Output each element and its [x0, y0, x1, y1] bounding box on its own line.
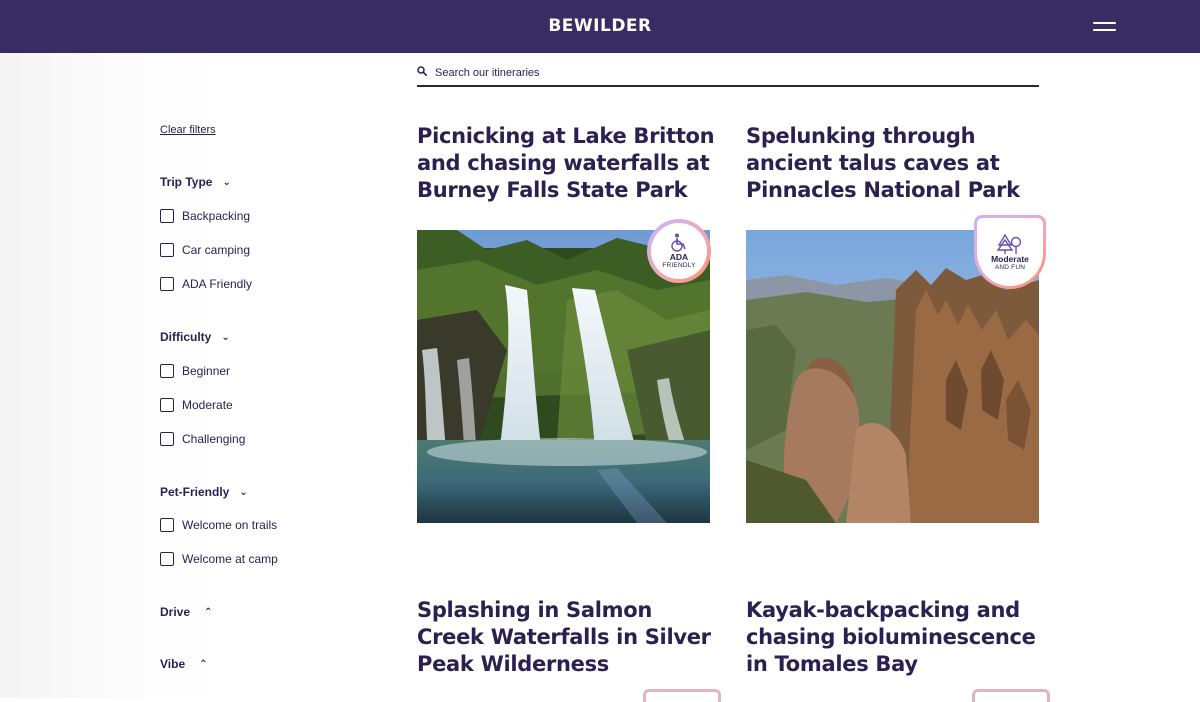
- chevron-down-icon: ⌄: [239, 487, 248, 498]
- checkbox[interactable]: [160, 432, 174, 446]
- checkbox[interactable]: [160, 209, 174, 223]
- filter-option-label: Welcome on trails: [182, 518, 278, 532]
- filter-option-challenging[interactable]: Challenging: [160, 432, 245, 446]
- search-input[interactable]: [433, 63, 1017, 83]
- search-icon: [417, 66, 427, 76]
- card-badge: [972, 689, 1050, 702]
- filter-option-moderate[interactable]: Moderate: [160, 398, 233, 412]
- moderate-difficulty-badge: Moderate AND FUN: [974, 215, 1046, 289]
- card-title[interactable]: Picnicking at Lake Britton and chasing w…: [417, 123, 717, 204]
- checkbox[interactable]: [160, 398, 174, 412]
- filter-group-drive[interactable]: Drive ⌃: [160, 605, 212, 619]
- checkbox[interactable]: [160, 518, 174, 532]
- ada-friendly-badge: ADA FRIENDLY: [647, 219, 711, 283]
- filter-option-car-camping[interactable]: Car camping: [160, 243, 250, 257]
- checkbox[interactable]: [160, 552, 174, 566]
- filter-option-label: ADA Friendly: [182, 277, 253, 291]
- itinerary-card-tomales-bay[interactable]: Kayak-backpacking and chasing biolumines…: [746, 597, 1046, 678]
- filter-option-label: Challenging: [182, 432, 246, 446]
- chevron-up-icon: ⌃: [204, 607, 213, 618]
- chevron-up-icon: ⌃: [199, 659, 208, 670]
- badge-sub-text: AND FUN: [994, 263, 1026, 271]
- filter-option-label: Backpacking: [182, 209, 251, 223]
- filter-group-title: Pet-Friendly: [160, 485, 230, 499]
- checkbox[interactable]: [160, 243, 174, 257]
- filter-option-label: Moderate: [182, 398, 233, 412]
- clear-filters-link[interactable]: Clear filters: [160, 124, 216, 136]
- filter-option-backpacking[interactable]: Backpacking: [160, 209, 250, 223]
- card-title[interactable]: Kayak-backpacking and chasing biolumines…: [746, 597, 1046, 678]
- badge-sub-text: FRIENDLY: [662, 261, 696, 269]
- filter-option-welcome-at-camp[interactable]: Welcome at camp: [160, 552, 278, 566]
- filter-group-vibe[interactable]: Vibe ⌃: [160, 657, 208, 671]
- chevron-down-icon: ⌄: [221, 332, 230, 343]
- card-badge: [643, 689, 721, 702]
- filter-option-label: Welcome at camp: [182, 552, 278, 566]
- itinerary-card-burney-falls[interactable]: Picnicking at Lake Britton and chasing w…: [417, 123, 717, 204]
- filter-option-label: Car camping: [182, 243, 251, 257]
- badge-main-text: Moderate: [991, 253, 1029, 264]
- filter-option-beginner[interactable]: Beginner: [160, 364, 230, 378]
- trees-icon: [997, 233, 1022, 254]
- card-title[interactable]: Spelunking through ancient talus caves a…: [746, 123, 1046, 204]
- chevron-down-icon: ⌄: [222, 177, 231, 188]
- filter-group-pet-friendly[interactable]: Pet-Friendly ⌄: [160, 485, 248, 499]
- filter-option-label: Beginner: [182, 364, 231, 378]
- itinerary-search: [417, 61, 1039, 87]
- filter-group-title: Vibe: [160, 657, 186, 671]
- itinerary-card-pinnacles[interactable]: Spelunking through ancient talus caves a…: [746, 123, 1046, 204]
- filter-group-trip-type[interactable]: Trip Type ⌄: [160, 175, 231, 189]
- itinerary-card-salmon-creek[interactable]: Splashing in Salmon Creek Waterfalls in …: [417, 597, 717, 678]
- top-nav-bar: BEWILDER: [0, 0, 1200, 53]
- filter-group-title: Drive: [160, 605, 191, 619]
- filter-group-difficulty[interactable]: Difficulty ⌄: [160, 330, 230, 344]
- filter-option-ada-friendly[interactable]: ADA Friendly: [160, 277, 252, 291]
- checkbox[interactable]: [160, 364, 174, 378]
- filter-group-title: Trip Type: [160, 175, 213, 189]
- badge-main-text: ADA: [669, 251, 689, 262]
- filter-group-title: Difficulty: [160, 330, 212, 344]
- hamburger-menu-icon[interactable]: [1093, 20, 1117, 34]
- checkbox[interactable]: [160, 277, 174, 291]
- filter-option-welcome-on-trails[interactable]: Welcome on trails: [160, 518, 277, 532]
- wheelchair-icon: [671, 233, 686, 252]
- brand-logo[interactable]: BEWILDER: [0, 16, 1200, 36]
- card-title[interactable]: Splashing in Salmon Creek Waterfalls in …: [417, 597, 717, 678]
